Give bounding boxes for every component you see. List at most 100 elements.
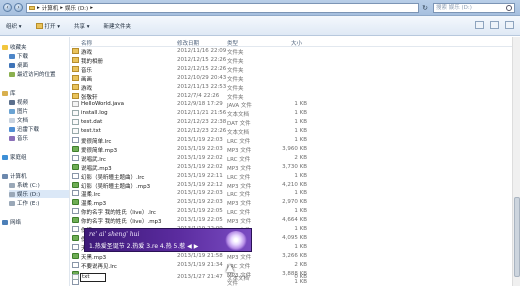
file-row[interactable]: 游戏 2012/11/13 22:53 文件夹 xyxy=(71,83,371,92)
share-button[interactable]: 共享 ▾ xyxy=(74,22,90,30)
file-name: 我的相册 xyxy=(81,58,104,65)
view-options-icon[interactable] xyxy=(475,21,484,29)
file-type: 文本文档 xyxy=(227,112,250,119)
nav-libraries[interactable]: 库 xyxy=(2,89,16,97)
file-type: 文本文档 xyxy=(227,130,250,137)
file-row[interactable]: 游戏 2012/11/16 22:09 文件夹 xyxy=(71,47,371,56)
file-row[interactable]: 音乐 2012/12/15 22:26 文件夹 xyxy=(71,65,371,74)
file-type: LRC 文件 xyxy=(227,139,251,145)
forward-button[interactable]: › xyxy=(14,3,23,12)
file-row[interactable]: 说唱武.lrc 2013/1/19 22:02 LRC 文件 2 KB xyxy=(71,154,371,163)
nav-music[interactable]: 音乐 xyxy=(9,134,28,142)
folder-icon xyxy=(72,56,79,63)
mp3-file-icon xyxy=(72,217,79,224)
file-row[interactable]: 说唱武.mp3 2013/1/19 22:02 MP3 文件 3,730 KB xyxy=(71,163,371,172)
file-row[interactable]: 你的名字 我的姓氏（live）.mp3 2013/1/19 22:05 MP3 文件… xyxy=(71,216,371,225)
file-date: 2012/11/16 22:09 xyxy=(177,48,227,54)
ime-candidates[interactable]: 1.热爱圣诞节 2.热爱 3.re 4.热 5.惹 ◀ ▶ xyxy=(89,241,198,250)
new-folder-button[interactable]: 新建文件夹 xyxy=(104,22,132,30)
organize-button[interactable]: 组织 ▾ xyxy=(6,22,22,30)
file-size: 2 KB xyxy=(294,261,307,268)
lrc-file-icon xyxy=(72,243,79,250)
column-name[interactable]: 名称 xyxy=(81,39,92,47)
file-row[interactable]: test.dat 2012/12/23 22:38 DAT 文件 1 KB xyxy=(71,118,371,127)
file-date: 2012/12/15 22:26 xyxy=(177,56,227,63)
file-type: LRC 文件 xyxy=(227,156,251,163)
file-name: 游戏 xyxy=(81,85,93,92)
nav-favorites[interactable]: 收藏夹 xyxy=(2,43,27,51)
file-type: MP3 文件 xyxy=(227,201,252,208)
file-row[interactable]: 我的相册 2012/12/15 22:26 文件夹 xyxy=(71,56,371,65)
search-input[interactable]: 搜索 娱乐 (D:) xyxy=(433,3,515,13)
nav-drive-c[interactable]: 系统 (C:) xyxy=(9,181,40,189)
preview-pane-icon[interactable] xyxy=(490,21,499,29)
address-segment-computer[interactable]: 计算机 xyxy=(42,4,59,12)
file-row[interactable]: 不要说再见.lrc 2013/1/19 21:34 LRC 文件 2 KB xyxy=(71,261,371,270)
lrc-file-icon xyxy=(72,137,79,143)
file-size: 3,960 KB xyxy=(282,145,307,152)
vertical-scrollbar[interactable] xyxy=(512,37,520,286)
video-icon xyxy=(9,99,15,105)
file-row[interactable]: 你的名字 我的姓氏（live）.lrc 2013/1/19 22:05 LRC 文件… xyxy=(71,207,371,216)
back-button[interactable]: ‹ xyxy=(3,3,12,12)
nav-documents[interactable]: 文档 xyxy=(9,116,28,124)
column-size[interactable]: 大小 xyxy=(291,39,302,47)
nav-pictures[interactable]: 图片 xyxy=(9,107,28,115)
picture-icon xyxy=(9,108,15,114)
nav-recent[interactable]: 最近访问的位置 xyxy=(9,70,56,78)
mp3-file-icon xyxy=(72,163,79,170)
file-type: LRC 文件 xyxy=(227,210,251,217)
nav-computer[interactable]: 计算机 xyxy=(2,172,27,180)
nav-drive-e[interactable]: 工作 (E:) xyxy=(9,199,39,207)
file-date: 2013/1/19 22:03 xyxy=(177,190,223,197)
file-row[interactable]: 爱很简单.mp3 2013/1/19 22:03 MP3 文件 3,960 KB xyxy=(71,145,371,154)
mp3-file-icon xyxy=(72,234,79,241)
file-size: 2,970 KB xyxy=(282,199,307,206)
column-date[interactable]: 修改日期 xyxy=(177,39,199,47)
homegroup-icon xyxy=(2,154,8,160)
nav-downloads[interactable]: 下载 xyxy=(9,52,28,60)
file-row[interactable]: install.log 2012/11/21 21:56 文本文档 1 KB xyxy=(71,109,371,118)
file-row[interactable]: 幻影（吴昕瞳主题曲）.mp3 2013/1/19 22:12 MP3 文件 4,210… xyxy=(71,181,371,190)
rename-input[interactable]: txt xyxy=(80,273,106,282)
file-name: 音乐 xyxy=(81,67,93,74)
address-bar[interactable]: ▸ 计算机 ▸ 娱乐 (D:) ▸ xyxy=(26,3,419,13)
flower-icon xyxy=(225,231,247,251)
file-date: 2013/1/19 21:58 xyxy=(177,252,223,259)
nav-drive-d[interactable]: 娱乐 (D:) xyxy=(9,190,69,198)
nav-thunder[interactable]: 迅雷下载 xyxy=(9,125,39,133)
scrollbar-thumb[interactable] xyxy=(514,197,520,277)
open-button[interactable]: 打开 ▾ xyxy=(35,22,60,30)
file-type: DAT 文件 xyxy=(227,121,251,128)
folder-icon xyxy=(72,48,79,54)
file-row[interactable]: 天黑.mp3 2013/1/19 21:58 MP3 文件 3,266 KB xyxy=(71,252,371,261)
file-name: test.dat xyxy=(81,119,103,126)
file-row[interactable]: 温柔.mp3 2013/1/19 22:03 MP3 文件 2,970 KB xyxy=(71,198,371,207)
file-name: 画画 xyxy=(81,76,93,83)
file-row[interactable]: 温柔.lrc 2013/1/19 22:03 LRC 文件 1 KB xyxy=(71,189,371,198)
address-segment-drive[interactable]: 娱乐 (D:) xyxy=(65,4,88,12)
file-row[interactable]: 画画 2012/10/29 20:43 文件夹 xyxy=(71,74,371,83)
nav-homegroup[interactable]: 家庭组 xyxy=(2,153,27,161)
nav-desktop[interactable]: 桌面 xyxy=(9,61,28,69)
file-type: LRC 文件 xyxy=(227,192,251,199)
file-row[interactable]: test.txt 2012/12/23 22:26 文本文档 1 KB xyxy=(71,127,371,136)
file-name: install.log xyxy=(81,110,108,117)
file-row[interactable]: 爱很简单.lrc 2013/1/19 22:03 LRC 文件 1 KB xyxy=(71,136,371,145)
ime-candidate-window[interactable]: re' ai' sheng' hui 1.热爱圣诞节 2.热爱 3.re 4.热… xyxy=(84,228,252,252)
file-row[interactable]: 张敬轩 2012/7/4 22:26 文件夹 xyxy=(71,92,371,101)
column-type[interactable]: 类型 xyxy=(227,39,238,47)
file-row[interactable]: 幻影（吴昕瞳主题曲）.lrc 2013/1/19 22:11 LRC 文件 1 KB xyxy=(71,172,371,181)
nav-network[interactable]: 网络 xyxy=(2,218,21,226)
text-file-icon xyxy=(72,128,79,135)
file-name: 爱很简单.mp3 xyxy=(81,147,118,154)
java-file-icon xyxy=(72,101,79,108)
help-icon[interactable] xyxy=(505,21,514,29)
file-type: JAVA 文件 xyxy=(227,103,252,110)
file-size: 1 KB xyxy=(294,226,307,232)
open-icon xyxy=(35,22,43,29)
refresh-icon[interactable]: ↻ xyxy=(420,3,430,13)
file-type: MP3 文件 xyxy=(227,147,252,154)
nav-video[interactable]: 视频 xyxy=(9,98,28,106)
file-row[interactable]: HelloWorld.java 2012/9/18 17:29 JAVA 文件 1 K… xyxy=(71,100,371,109)
